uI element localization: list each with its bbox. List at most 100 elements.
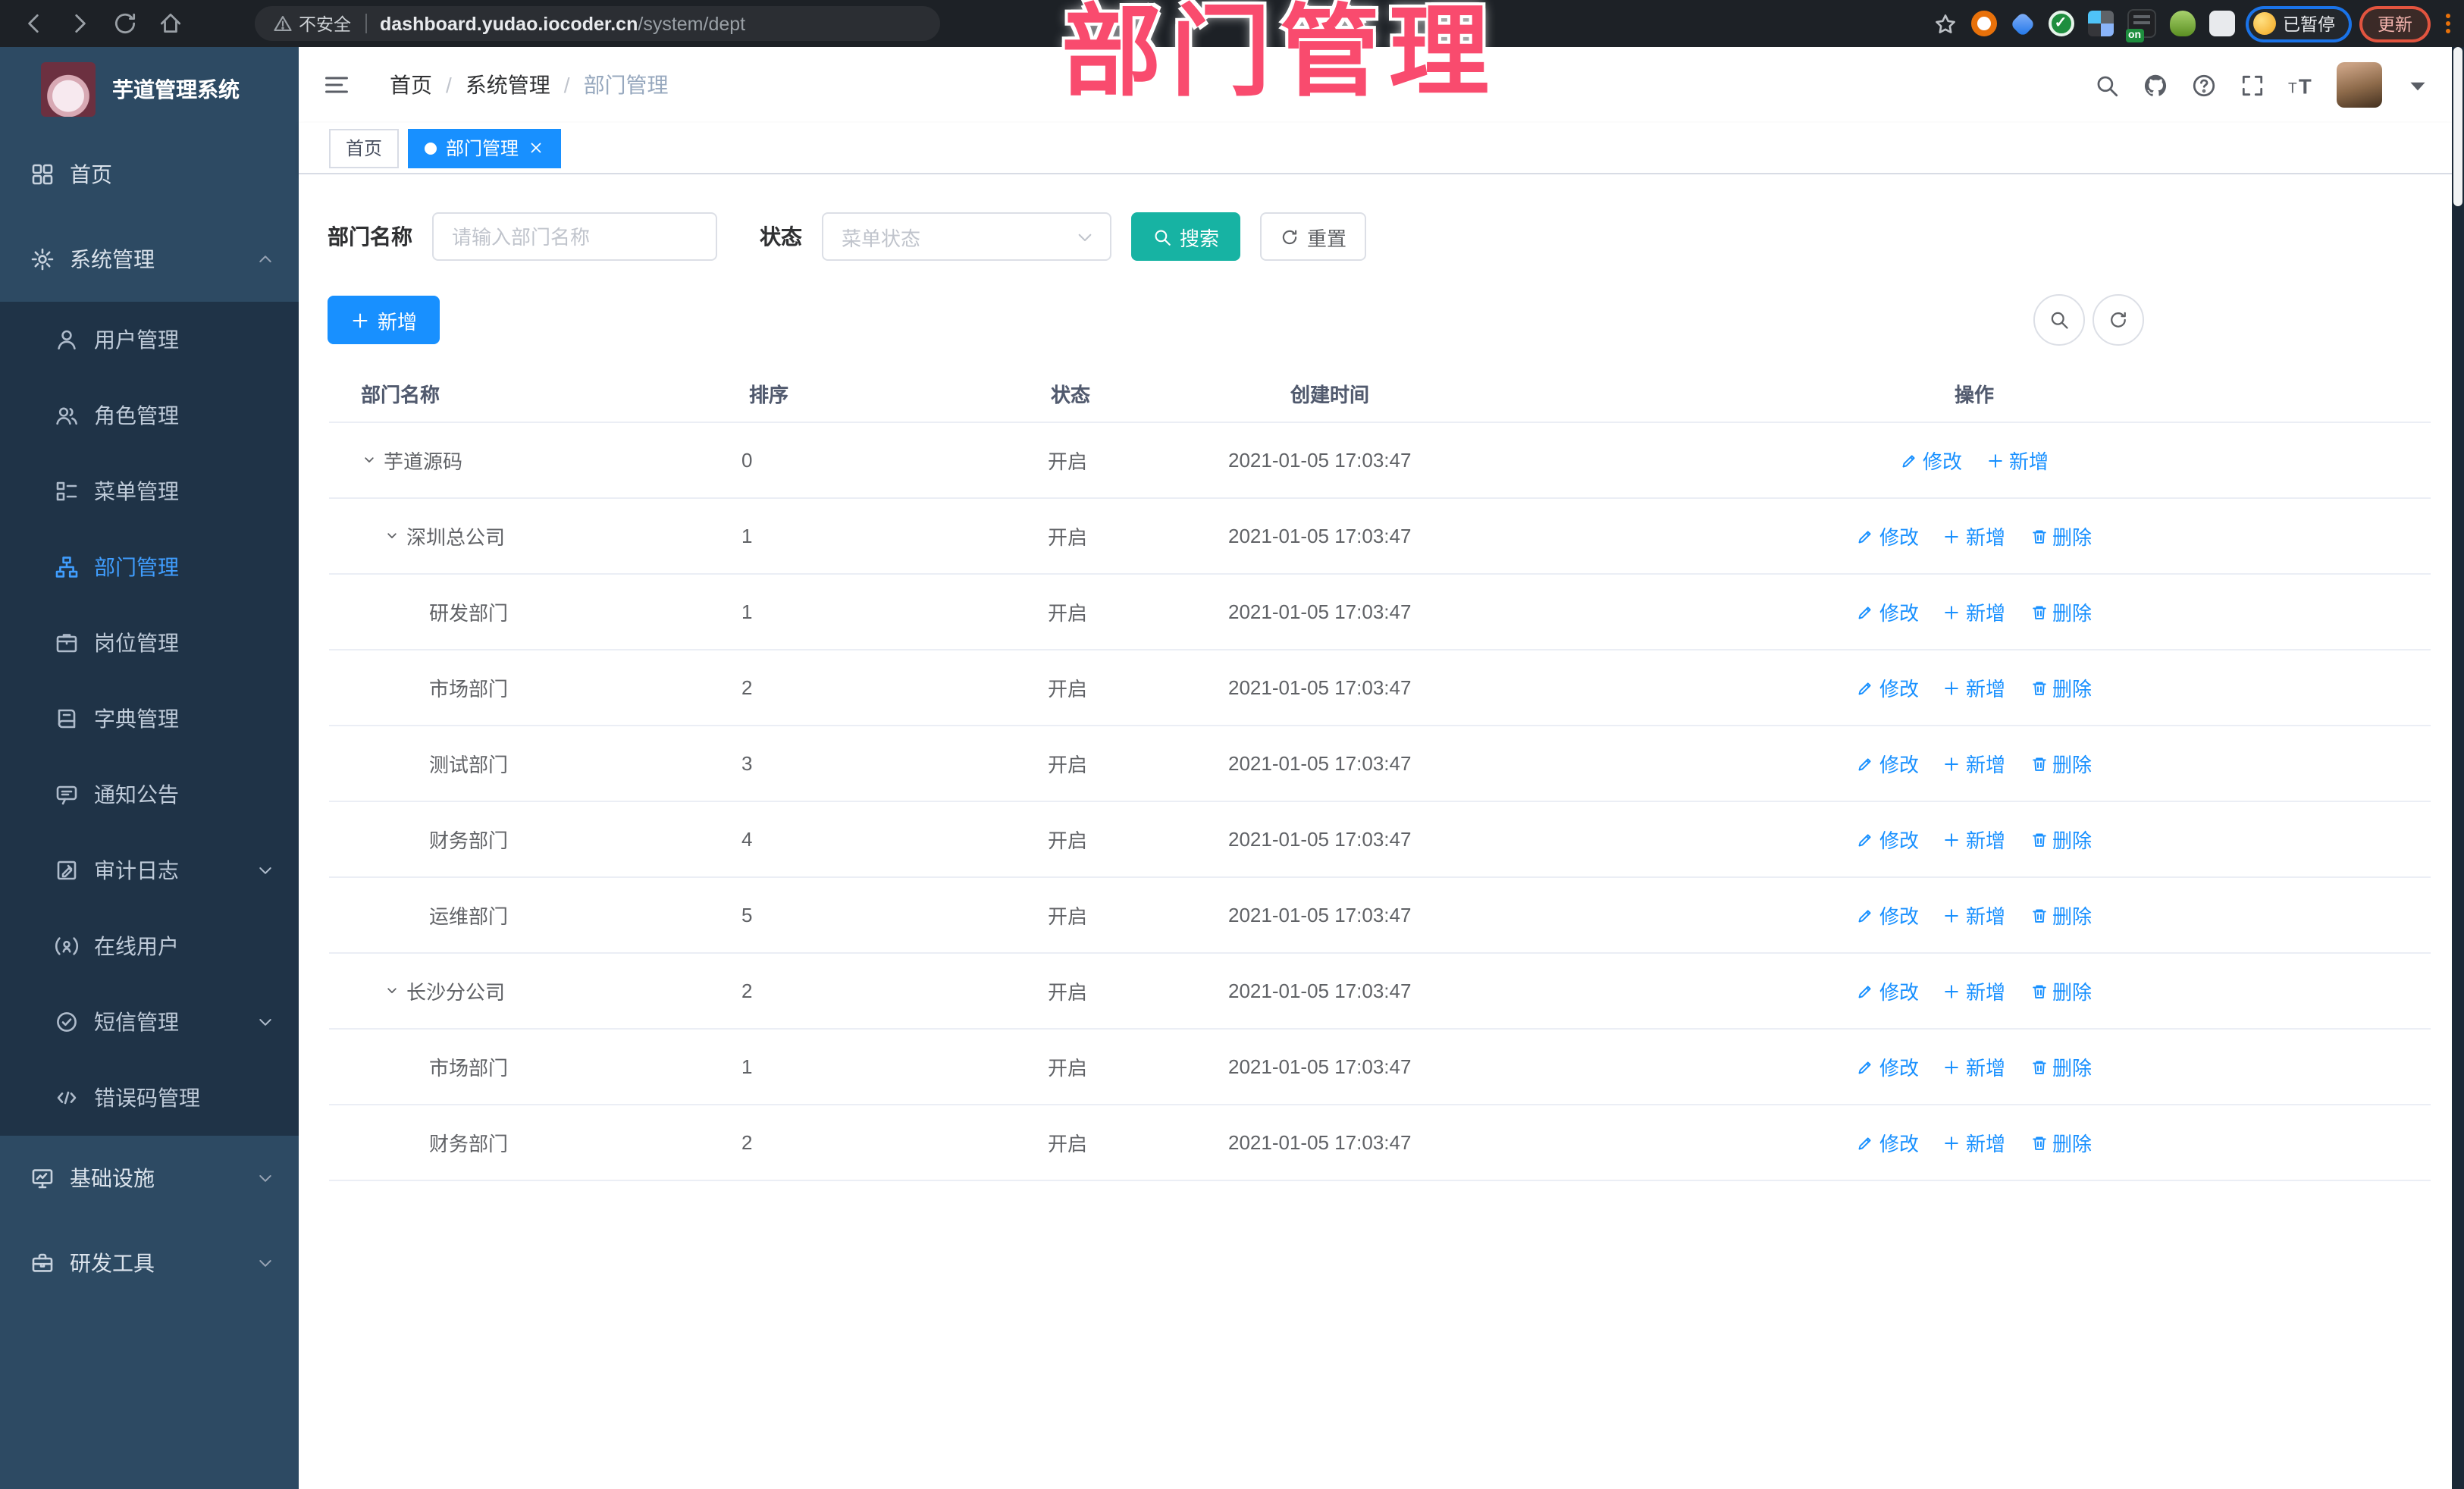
github-icon[interactable] [2143,72,2168,98]
breadcrumb-home[interactable]: 首页 [390,70,432,100]
refresh-table-button[interactable] [2093,294,2144,346]
sidebar-item-基础设施[interactable]: 基础设施 [0,1136,299,1221]
reload-icon[interactable] [112,11,138,36]
sidebar-item-短信管理[interactable]: 短信管理 [0,984,299,1060]
add-row-button[interactable]: 新增 [1943,825,2005,854]
status-select-placeholder: 菜单状态 [842,227,921,249]
hamburger-icon[interactable] [299,71,350,99]
add-row-button[interactable]: 新增 [1943,749,2005,778]
add-row-button[interactable]: 新增 [1943,1052,2005,1081]
forward-icon[interactable] [67,11,92,36]
search-button[interactable]: 搜索 [1131,212,1240,261]
add-row-button[interactable]: 新增 [1943,673,2005,702]
sidebar-item-研发工具[interactable]: 研发工具 [0,1221,299,1306]
sms-icon [55,1010,79,1034]
tab-home[interactable]: 首页 [329,128,400,168]
green-check-extension-icon[interactable]: ✓ [2048,11,2074,36]
fullscreen-icon[interactable] [2240,72,2265,98]
edit-row-button[interactable]: 修改 [1857,976,1919,1005]
cell-sort: 3 [741,752,753,775]
address-bar[interactable]: 不安全 dashboard.yudao.iocoder.cn/system/de… [255,6,940,41]
bookmark-star-icon[interactable] [1933,11,1957,36]
sidebar-item-label: 部门管理 [94,555,179,579]
online-user-icon [55,934,79,958]
delete-row-button[interactable]: 删除 [2030,1052,2092,1081]
breadcrumb-system[interactable]: 系统管理 [466,70,550,100]
sidebar-item-系统管理[interactable]: 系统管理 [0,217,299,302]
help-icon[interactable] [2191,72,2217,98]
chevron-down-icon [256,1013,274,1031]
drop-extension-icon[interactable] [2009,11,2035,36]
home-icon[interactable] [158,11,183,36]
add-row-button-label: 新增 [1965,905,2005,928]
expand-arrow-icon[interactable] [361,452,384,469]
back-icon[interactable] [21,11,47,36]
target-extension-icon[interactable] [1970,11,1996,36]
browser-menu-icon[interactable] [2441,14,2455,33]
sidebar-item-通知公告[interactable]: 通知公告 [0,757,299,832]
add-row-button[interactable]: 新增 [1986,446,2049,475]
dept-name-input[interactable] [432,212,717,261]
sidebar-item-角色管理[interactable]: 角色管理 [0,378,299,453]
edit-row-button[interactable]: 修改 [1857,1128,1919,1157]
font-size-icon[interactable]: TT [2288,72,2314,98]
edit-row-button[interactable]: 修改 [1857,597,1919,626]
browser-update-button[interactable]: 更新 [2362,8,2428,39]
sidebar-item-字典管理[interactable]: 字典管理 [0,681,299,757]
search-icon[interactable] [2094,72,2120,98]
close-icon[interactable] [528,139,544,156]
delete-row-button[interactable]: 删除 [2030,825,2092,854]
edit-row-button[interactable]: 修改 [1857,522,1919,550]
delete-row-button[interactable]: 删除 [2030,673,2092,702]
add-button[interactable]: 新增 [328,296,440,344]
toggle-search-button[interactable] [2033,294,2085,346]
user-avatar[interactable] [2337,62,2382,108]
edit-row-button[interactable]: 修改 [1857,673,1919,702]
delete-row-button[interactable]: 删除 [2030,749,2092,778]
reset-button[interactable]: 重置 [1260,212,1366,261]
edit-row-button[interactable]: 修改 [1857,825,1919,854]
delete-row-button[interactable]: 删除 [2030,976,2092,1005]
avatar-caret-down-icon[interactable] [2405,72,2431,98]
grid-extension-icon[interactable] [2087,11,2113,36]
app-logo-image [41,62,96,117]
sidebar-item-错误码管理[interactable]: 错误码管理 [0,1060,299,1136]
edit-row-button[interactable]: 修改 [1900,446,1962,475]
sidebar-item-label: 菜单管理 [94,479,179,503]
add-row-button[interactable]: 新增 [1943,976,2005,1005]
sidebar-item-label: 首页 [70,162,112,187]
delete-row-button[interactable]: 删除 [2030,597,2092,626]
add-row-button[interactable]: 新增 [1943,597,2005,626]
sidebar-item-审计日志[interactable]: 审计日志 [0,832,299,908]
profile-chip[interactable]: 已暂停 [2248,8,2349,39]
edit-row-button[interactable]: 修改 [1857,1052,1919,1081]
delete-row-button[interactable]: 删除 [2030,901,2092,929]
delete-row-button[interactable]: 删除 [2030,522,2092,550]
delete-row-button[interactable]: 删除 [2030,1128,2092,1157]
app-logo-row[interactable]: 芋道管理系统 [0,47,299,132]
edit-row-button[interactable]: 修改 [1857,901,1919,929]
add-row-button[interactable]: 新增 [1943,1128,2005,1157]
sidebar-item-在线用户[interactable]: 在线用户 [0,908,299,984]
sidebar-item-菜单管理[interactable]: 菜单管理 [0,453,299,529]
sidebar-item-首页[interactable]: 首页 [0,132,299,217]
expand-arrow-icon[interactable] [384,983,406,999]
expand-arrow-icon[interactable] [384,528,406,544]
sidebar-item-用户管理[interactable]: 用户管理 [0,302,299,378]
cell-status: 开启 [1048,678,1088,701]
status-select[interactable]: 菜单状态 [822,212,1111,261]
security-warning[interactable]: 不安全 [273,11,351,36]
puzzle-extension-icon[interactable] [2209,11,2234,36]
sidebar-item-部门管理[interactable]: 部门管理 [0,529,299,605]
add-row-button[interactable]: 新增 [1943,901,2005,929]
sidebar-item-岗位管理[interactable]: 岗位管理 [0,605,299,681]
tab-dept-management[interactable]: 部门管理 [408,128,562,168]
scrollbar-thumb[interactable] [2453,47,2462,206]
add-row-button[interactable]: 新增 [1943,522,2005,550]
page-scrollbar[interactable] [2452,47,2464,1489]
edit-row-button[interactable]: 修改 [1857,749,1919,778]
col-header-sort: 排序 [749,383,789,406]
sidebar-item-label: 在线用户 [94,934,179,958]
list-extension-icon[interactable]: on [2125,9,2155,42]
green-person-extension-icon[interactable] [2169,11,2195,36]
